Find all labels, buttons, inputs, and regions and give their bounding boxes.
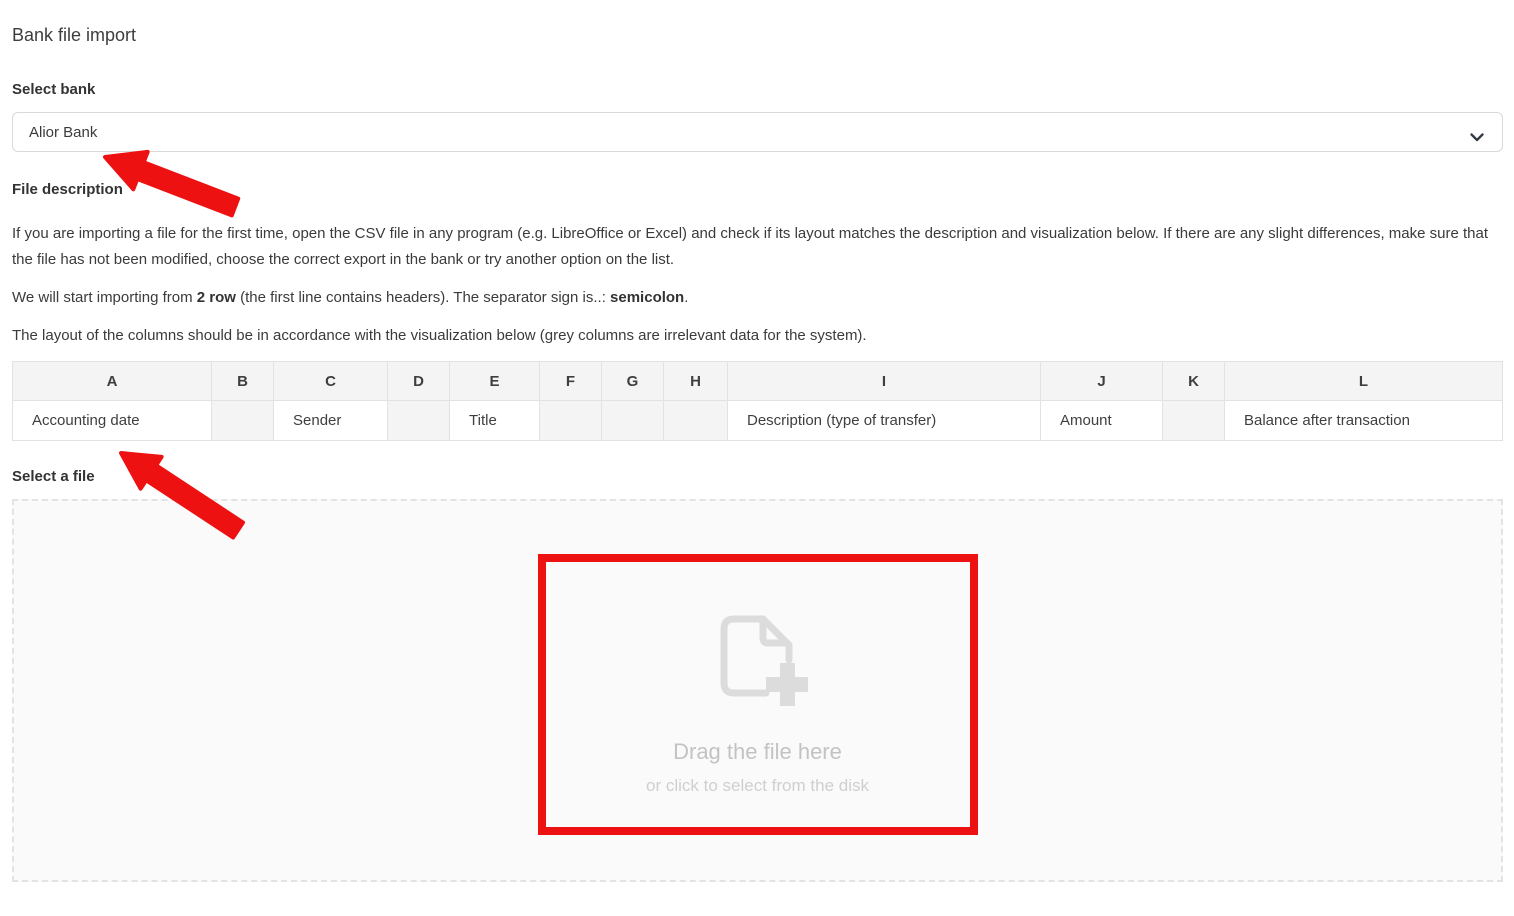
column-header: H [664,362,728,401]
description-paragraph-3: The layout of the columns should be in a… [12,323,1492,349]
column-label-cell: Description (type of transfer) [728,401,1041,441]
column-header: G [602,362,664,401]
column-label-cell: Amount [1041,401,1163,441]
column-label-cell: Balance after transaction [1225,401,1503,441]
column-header: I [728,362,1041,401]
page-title: Bank file import [12,26,1503,45]
file-description-label: File description [12,182,1503,197]
table-label-row: Accounting date Sender Title Description… [13,401,1503,441]
bank-file-import-page: Bank file import Select bank Alior Bank … [0,26,1514,916]
column-label-cell: Sender [274,401,388,441]
chevron-down-icon [1470,129,1484,147]
paragraph2-text: (the first line contains headers). The s… [236,289,610,306]
column-header: C [274,362,388,401]
add-file-icon [708,610,808,710]
irrelevant-column-cell [602,401,664,441]
description-paragraph-1: If you are importing a file for the firs… [12,221,1492,273]
column-header: D [388,362,450,401]
column-layout-table: A B C D E F G H I J K L Accounting date … [12,361,1503,441]
red-highlight-box: Drag the file here or click to select fr… [538,554,978,835]
description-paragraph-2: We will start importing from 2 row (the … [12,285,1492,311]
column-header: A [13,362,212,401]
irrelevant-column-cell [212,401,274,441]
bank-select[interactable]: Alior Bank [12,112,1503,152]
column-header: L [1225,362,1503,401]
paragraph2-text: We will start importing from [12,289,197,306]
paragraph2-text: . [684,289,688,306]
select-file-label: Select a file [12,469,1503,484]
table-header-row: A B C D E F G H I J K L [13,362,1503,401]
column-header: K [1163,362,1225,401]
irrelevant-column-cell [540,401,602,441]
column-header: F [540,362,602,401]
paragraph2-bold-row: 2 row [197,289,236,306]
bank-select-value: Alior Bank [29,124,97,141]
paragraph2-bold-separator: semicolon [610,289,684,306]
column-label-cell: Title [450,401,540,441]
irrelevant-column-cell [388,401,450,441]
select-bank-label: Select bank [12,82,1503,97]
dropzone-title: Drag the file here [673,741,842,763]
irrelevant-column-cell [1163,401,1225,441]
column-header: J [1041,362,1163,401]
file-dropzone[interactable]: Drag the file here or click to select fr… [12,499,1503,882]
column-header: B [212,362,274,401]
irrelevant-column-cell [664,401,728,441]
column-header: E [450,362,540,401]
dropzone-subtitle: or click to select from the disk [646,777,869,794]
column-label-cell: Accounting date [13,401,212,441]
